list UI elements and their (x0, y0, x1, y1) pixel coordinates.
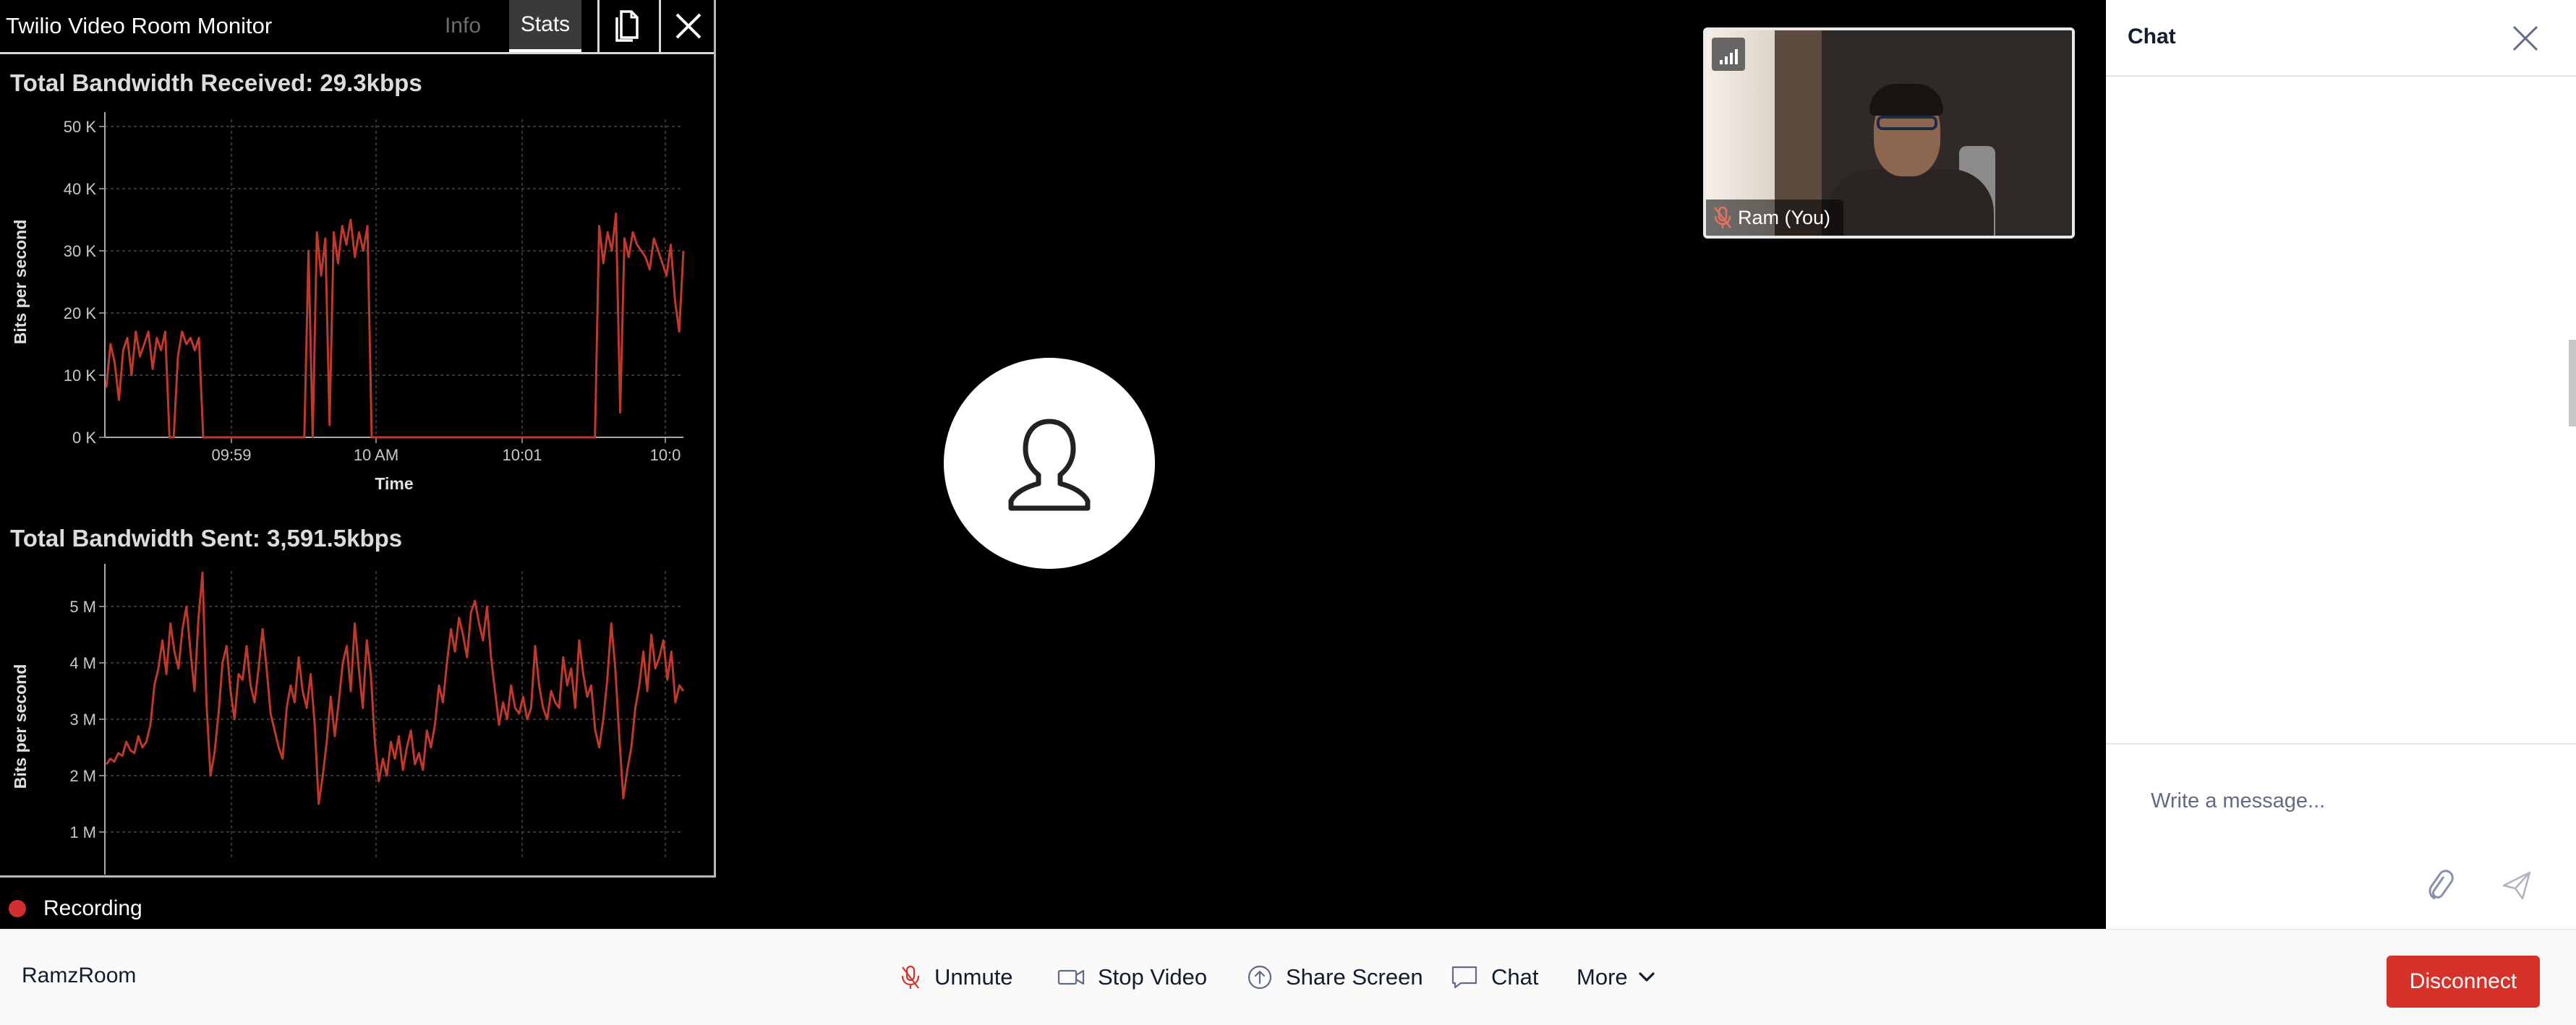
video-camera-icon (1057, 969, 1085, 985)
participant-name: Ram (You) (1738, 206, 1831, 228)
y-tick-label: 40 K (64, 180, 97, 198)
y-tick-label: 20 K (64, 304, 97, 322)
mic-muted-icon (901, 965, 920, 989)
y-tick-label: 50 K (64, 118, 97, 136)
recording-label: Recording (43, 896, 142, 920)
close-chat-button[interactable] (2507, 20, 2543, 56)
chat-button[interactable]: Chat (1441, 951, 1548, 1003)
recording-dot-icon (9, 900, 26, 917)
received-chart-title: Total Bandwidth Received: 29.3kbps (10, 69, 422, 96)
sent-chart-title: Total Bandwidth Sent: 3,591.5kbps (10, 525, 403, 552)
unmute-label: Unmute (934, 964, 1013, 990)
room-name: RamzRoom (22, 964, 137, 987)
close-icon (2512, 25, 2538, 51)
network-quality-icon (1712, 38, 1745, 71)
chat-bubble-icon (1451, 966, 1477, 989)
x-axis-label: Time (375, 474, 413, 493)
room-monitor-panel: Twilio Video Room Monitor Info Stats Tot… (0, 0, 716, 878)
x-tick-label: 10 AM (354, 446, 398, 464)
recording-indicator: Recording (9, 896, 142, 921)
y-tick-label: 3 M (69, 711, 96, 729)
stop-video-label: Stop Video (1098, 964, 1208, 990)
participant-name-tag: Ram (You) (1706, 200, 1844, 236)
y-tick-label: 2 M (69, 767, 96, 785)
paperclip-icon (2428, 870, 2454, 900)
share-screen-button[interactable]: Share Screen (1237, 951, 1433, 1003)
room-monitor-title: Twilio Video Room Monitor (6, 13, 273, 38)
more-menu-button[interactable]: More (1566, 951, 1666, 1003)
scrollbar-edge (2569, 340, 2576, 426)
y-tick-label: 10 K (64, 366, 97, 385)
chat-label: Chat (1491, 964, 1539, 990)
y-tick-label: 30 K (64, 242, 97, 260)
attach-file-button[interactable] (2418, 864, 2462, 907)
y-tick-label: 5 M (69, 598, 96, 616)
room-monitor-header: Twilio Video Room Monitor Info Stats (0, 0, 714, 54)
video-person-hair (1869, 84, 1943, 116)
y-tick-label: 0 K (72, 429, 96, 447)
disconnect-button[interactable]: Disconnect (2387, 956, 2540, 1008)
copy-icon (615, 10, 639, 42)
video-stage: Twilio Video Room Monitor Info Stats Tot… (0, 0, 2106, 929)
chat-header: Chat (2106, 0, 2576, 77)
x-tick-label: 09:59 (211, 446, 251, 464)
series-line (105, 212, 685, 439)
x-tick-label: 10:0 (650, 446, 681, 464)
y-tick-label: 4 M (69, 654, 96, 672)
y-axis-label: Bits per second (11, 664, 30, 789)
share-screen-label: Share Screen (1286, 964, 1423, 990)
y-tick-label: 1 M (69, 823, 96, 841)
chat-panel: Chat (2106, 0, 2576, 929)
received-bandwidth-chart: 0 K 10 K 20 K 30 K 40 K 50 K 09:59 10 AM 10:01 10… (11, 112, 685, 493)
chat-composer (2106, 743, 2576, 929)
tab-stats[interactable]: Stats (509, 0, 581, 52)
copy-button[interactable] (597, 0, 654, 52)
send-icon (2502, 871, 2531, 900)
y-axis-label: Bits per second (11, 220, 30, 345)
video-person-glasses (1877, 116, 1937, 130)
send-message-button[interactable] (2495, 864, 2538, 907)
chevron-down-icon (1639, 972, 1655, 982)
video-app: Twilio Video Room Monitor Info Stats Tot… (0, 0, 2576, 1025)
close-monitor-button[interactable] (659, 0, 715, 52)
chat-message-input[interactable] (2151, 789, 2527, 813)
share-screen-icon (1248, 965, 1272, 990)
mic-muted-icon (1714, 206, 1731, 228)
local-participant-video[interactable]: Ram (You) (1703, 27, 2075, 239)
sent-bandwidth-chart: 1 M 2 M 3 M 4 M 5 M Bits per second (11, 564, 685, 875)
more-label: More (1577, 964, 1628, 990)
video-person-body (1827, 169, 1994, 236)
close-icon (675, 13, 701, 39)
chat-title: Chat (2128, 25, 2176, 48)
stop-video-button[interactable]: Stop Video (1047, 951, 1217, 1003)
control-bar: RamzRoom Unmute Stop Video Share Screen … (0, 929, 2576, 1025)
person-icon (1008, 419, 1091, 511)
participant-avatar (944, 358, 1155, 569)
series-line (105, 571, 685, 805)
tab-info[interactable]: Info (427, 0, 499, 52)
unmute-button[interactable]: Unmute (890, 951, 1023, 1003)
x-tick-label: 10:01 (502, 446, 542, 464)
